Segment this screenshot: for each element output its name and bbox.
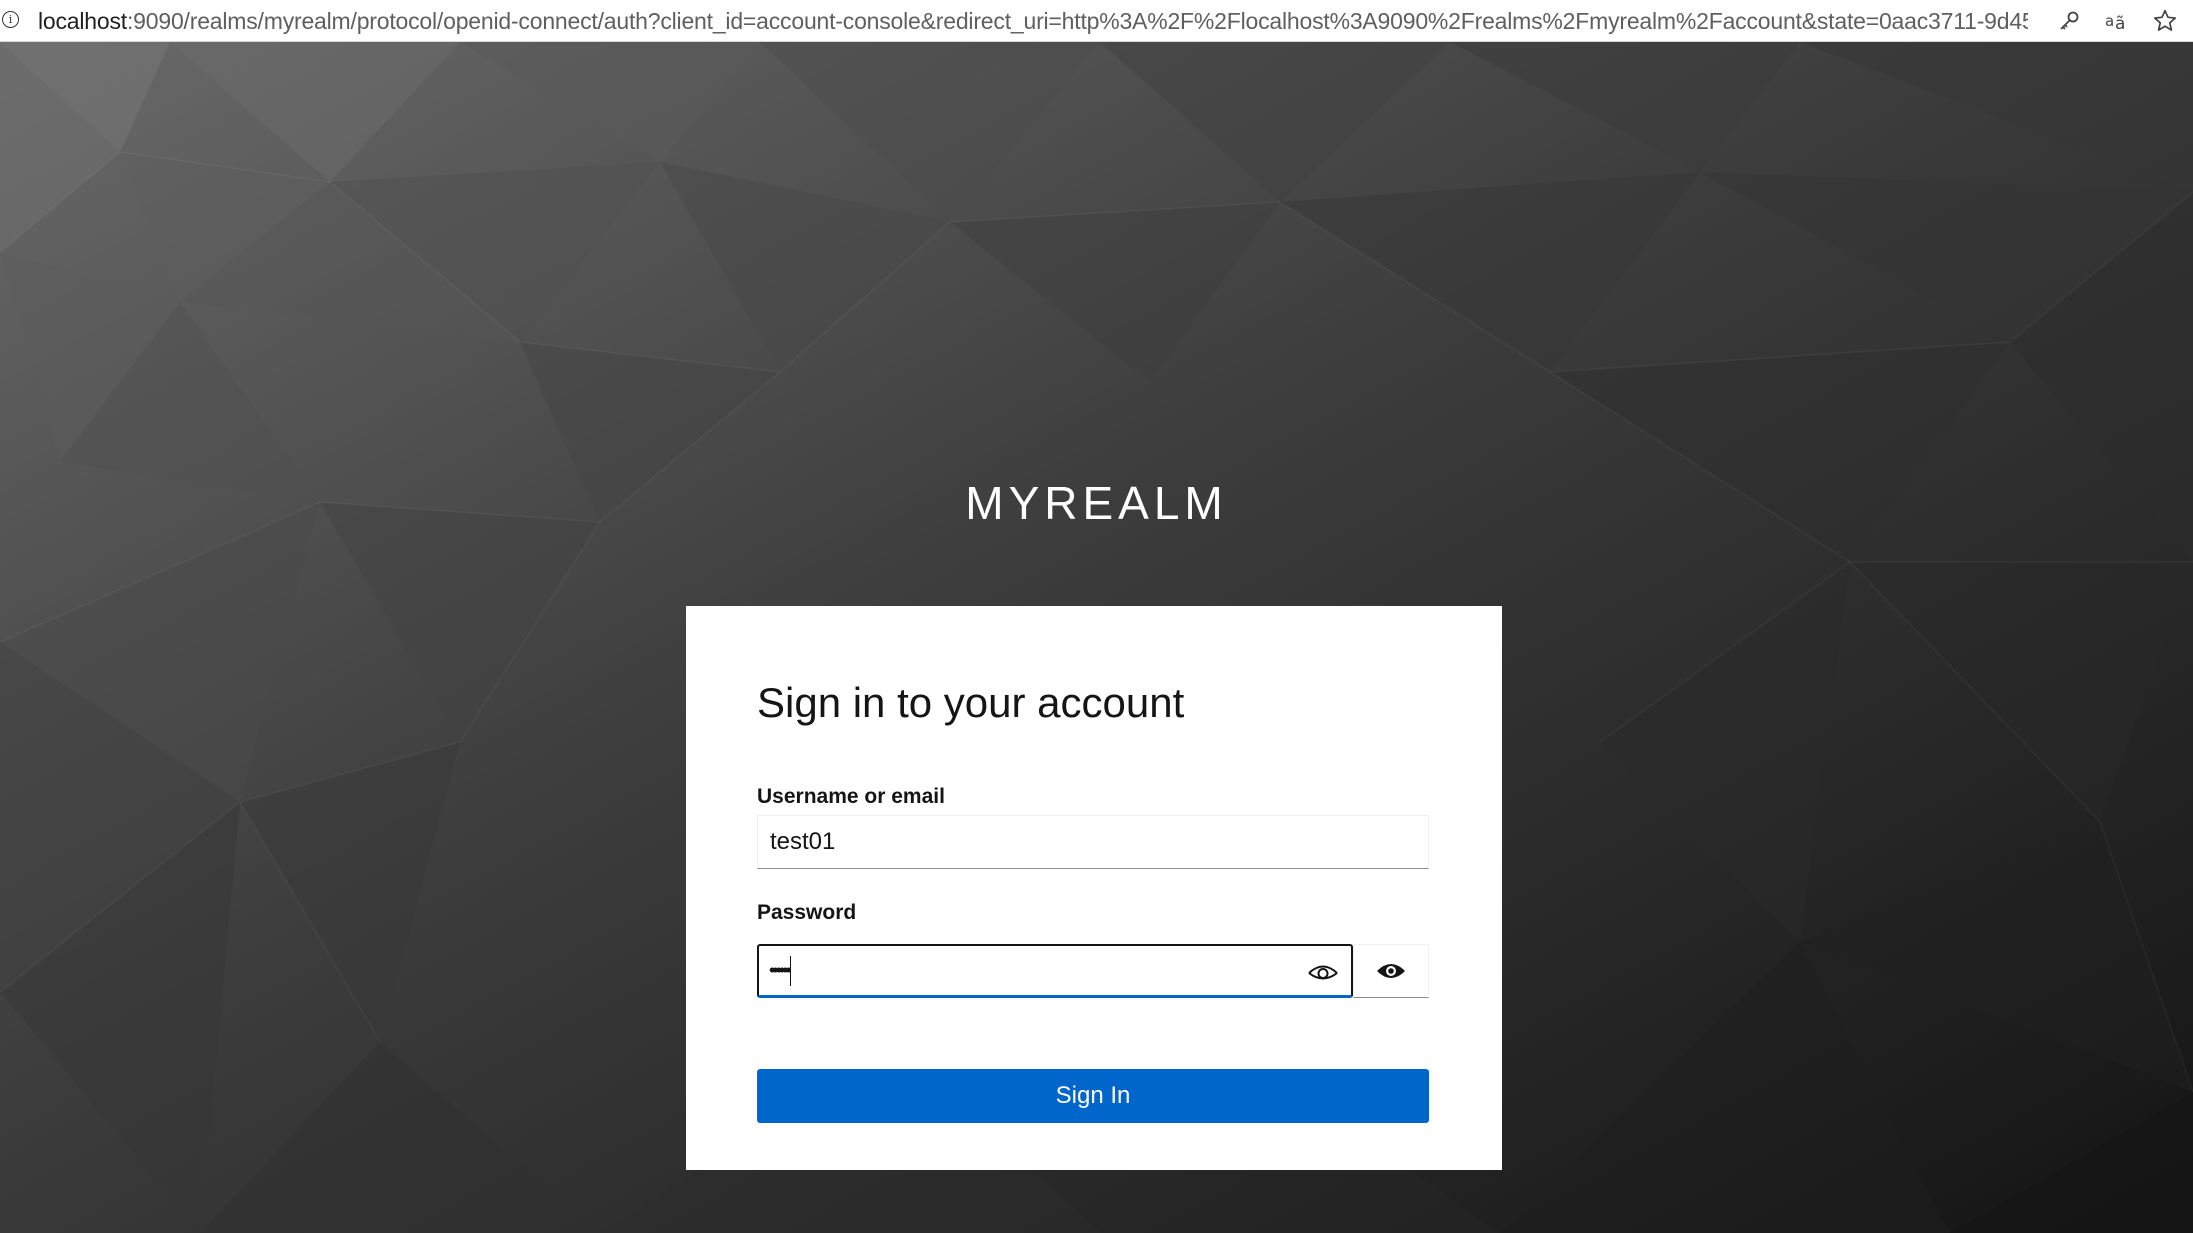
login-card: Sign in to your account Username or emai… [686,606,1502,1170]
svg-text:a: a [2105,12,2114,30]
card-title: Sign in to your account [757,679,1185,726]
url-host: localhost [38,8,127,34]
reveal-password-icon[interactable] [1307,958,1339,986]
key-icon[interactable] [2054,6,2084,36]
password-field-group: •••••• [757,944,1429,998]
realm-title: MYREALM [965,477,1228,529]
browser-address-bar[interactable]: i localhost:9090/realms/myrealm/protocol… [0,0,2193,42]
password-masked-value: •••••• [769,960,792,980]
eye-icon [1377,964,1405,978]
url-path: :9090/realms/myrealm/protocol/openid-con… [126,8,2028,34]
username-input[interactable] [757,815,1429,869]
sign-in-button[interactable]: Sign In [757,1069,1429,1123]
password-input[interactable]: •••••• [757,944,1353,998]
translate-icon[interactable]: aã [2102,6,2132,36]
svg-text:ã: ã [2115,14,2125,32]
show-password-button[interactable] [1353,944,1429,998]
text-caret [789,955,792,986]
password-label: Password [757,901,857,924]
info-icon[interactable]: i [2,11,19,28]
login-background: MYREALM Sign in to your account Username… [0,42,2193,1233]
username-label: Username or email [757,785,945,808]
star-icon[interactable] [2150,6,2180,36]
url-text[interactable]: localhost:9090/realms/myrealm/protocol/o… [38,8,2028,35]
